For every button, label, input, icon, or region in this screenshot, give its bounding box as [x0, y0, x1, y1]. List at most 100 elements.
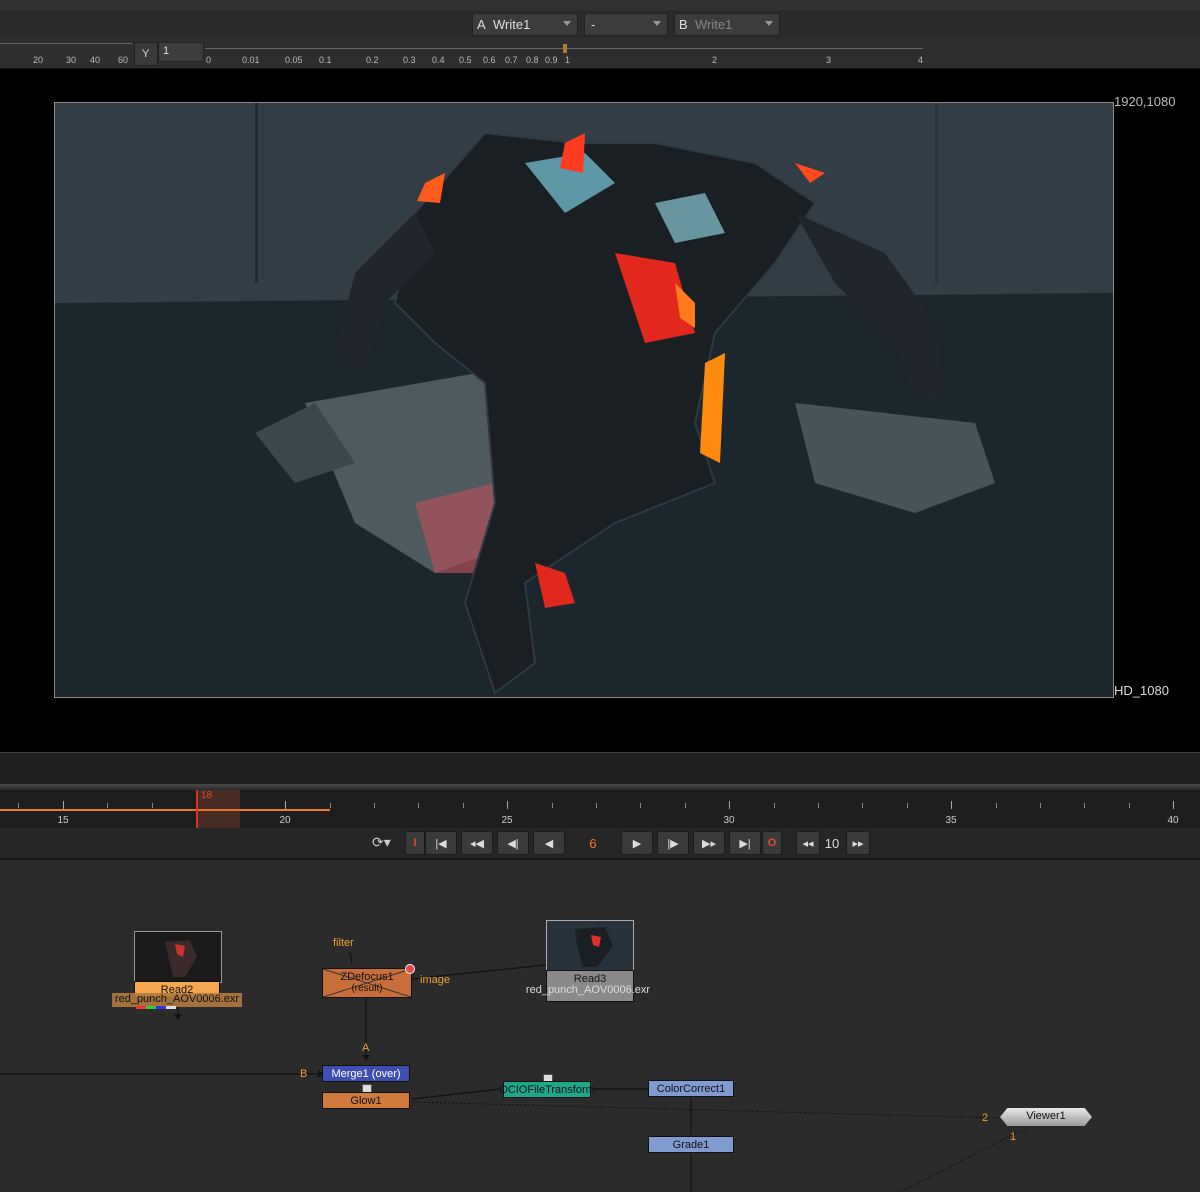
- merge-name: Merge1 (over): [331, 1067, 401, 1080]
- current-frame-value: 6: [589, 835, 597, 851]
- decrement-button[interactable]: ◂◂: [796, 831, 820, 855]
- timeline-label: 15: [57, 815, 69, 826]
- previous-keyframe-button[interactable]: ◂◀: [461, 831, 493, 855]
- chevron-down-icon: [653, 21, 661, 26]
- viewer-node[interactable]: Viewer1: [1000, 1108, 1092, 1126]
- wipe-mode-dropdown[interactable]: -: [584, 13, 668, 36]
- colorcorrect-name: ColorCorrect1: [656, 1082, 726, 1095]
- input-a-dropdown[interactable]: A Write1: [472, 13, 578, 36]
- timeline-label: 20: [279, 815, 291, 826]
- thumbnail-image: [135, 932, 221, 982]
- channel-indicator: [136, 1006, 176, 1009]
- increment-value: 10: [824, 835, 840, 851]
- play-reverse-icon: ◀: [544, 837, 554, 850]
- ruler-tick: 0.4: [432, 55, 445, 65]
- playhead[interactable]: [196, 790, 198, 828]
- merge-input-a-label: A: [362, 1042, 370, 1054]
- node-graph[interactable]: Read2 red_punch_AOV0006.exr filter ZDefo…: [0, 859, 1200, 1192]
- gamma-slider-handle[interactable]: [563, 44, 567, 53]
- ruler-tick: 0.7: [505, 55, 518, 65]
- ocio-node[interactable]: OCIOFileTransform: [499, 1081, 595, 1098]
- chevron-down-icon: [563, 21, 571, 26]
- merge-input-b-label: B: [300, 1068, 308, 1080]
- ruler-tick: 20: [33, 55, 44, 65]
- input-a-tag: A: [477, 17, 486, 32]
- play-backward-button[interactable]: ◀: [533, 831, 565, 855]
- gain-gamma-ruler: 20 30 40 60 Y 1 0 0.01 0.05 0.1 0.2 0.3 …: [0, 38, 1200, 69]
- viewer-input-2-label: 2: [982, 1112, 989, 1124]
- y-label: Y: [142, 48, 150, 60]
- filter-input-label: filter: [333, 937, 354, 949]
- increment-button[interactable]: ▸▸: [846, 831, 870, 855]
- zdefocus-node[interactable]: ZDefocus1 (result): [322, 968, 412, 998]
- in-point-button[interactable]: I: [405, 831, 425, 855]
- timeline-label: 40: [1167, 815, 1179, 826]
- step-forward-button[interactable]: |▶: [657, 831, 689, 855]
- read2-thumbnail[interactable]: [134, 931, 222, 983]
- play-forward-button[interactable]: ▶: [621, 831, 653, 855]
- step-forward-icon: |▶: [667, 837, 679, 850]
- playhead-frame-label: 18: [201, 790, 213, 801]
- render-image-illustration: [55, 103, 1113, 697]
- ruler-tick: 0.2: [366, 55, 379, 65]
- viewer-bottom-bar: [0, 752, 1200, 785]
- next-keyframe-icon: ▶▸: [702, 837, 716, 850]
- in-point-label: I: [413, 837, 417, 849]
- ruler-tick: 30: [66, 55, 77, 65]
- merge-node[interactable]: Merge1 (over): [322, 1065, 410, 1082]
- loop-mode-icon[interactable]: ⟳▾: [372, 834, 391, 851]
- cached-frames-bar: [0, 809, 330, 811]
- gamma-value: 1: [163, 45, 170, 57]
- zdefocus-sub: (result): [351, 983, 383, 994]
- input-a-value: Write1: [493, 17, 531, 32]
- ruler-tick: 3: [826, 55, 832, 65]
- viewer-input-bar: A Write1 - B Write1: [0, 10, 1200, 38]
- ruler-tick: 0.6: [483, 55, 496, 65]
- next-keyframe-button[interactable]: ▶▸: [693, 831, 725, 855]
- ruler-tick: 0.01: [242, 55, 260, 65]
- ocio-name: OCIOFileTransform: [499, 1083, 595, 1096]
- timeline[interactable]: 18 15 20 25 30 35 40: [0, 790, 1200, 828]
- read3-thumbnail[interactable]: [546, 920, 634, 972]
- resolution-label: 1920,1080: [1114, 94, 1176, 109]
- viewer-input-1-label: 1: [1010, 1131, 1017, 1143]
- ruler-tick: 2: [712, 55, 718, 65]
- gamma-input[interactable]: 1: [158, 42, 204, 62]
- play-icon: ▶: [632, 837, 642, 850]
- ruler-tick: 40: [90, 55, 101, 65]
- glow-node[interactable]: Glow1: [322, 1092, 410, 1109]
- ruler-tick: 60: [118, 55, 129, 65]
- step-back-icon: ◀|: [507, 837, 519, 850]
- ruler-tick: 4: [918, 55, 924, 65]
- read3-file-label: red_punch_AOV0006.exr: [525, 984, 651, 996]
- last-frame-button[interactable]: ▶|: [729, 831, 761, 855]
- image-input-label: image: [420, 974, 450, 986]
- out-point-label: O: [767, 837, 777, 849]
- input-b-tag: B: [679, 17, 688, 32]
- gain-slider-track[interactable]: [0, 43, 132, 44]
- first-frame-button[interactable]: |◀: [425, 831, 457, 855]
- timeline-label: 35: [945, 815, 957, 826]
- ruler-tick: 0.3: [403, 55, 416, 65]
- ruler-tick: 1: [565, 55, 571, 65]
- glow-name: Glow1: [350, 1094, 382, 1107]
- out-point-button[interactable]: O: [762, 831, 782, 855]
- ruler-tick: 0.5: [459, 55, 472, 65]
- thumbnail-image: [547, 921, 633, 971]
- skip-to-end-icon: ▶|: [739, 837, 751, 850]
- input-b-dropdown[interactable]: B Write1: [674, 13, 780, 36]
- step-back-button[interactable]: ◀|: [497, 831, 529, 855]
- y-toggle[interactable]: Y: [134, 42, 158, 66]
- chevron-down-icon: [765, 21, 773, 26]
- viewer-image: [54, 102, 1114, 698]
- format-label: HD_1080: [1114, 683, 1169, 698]
- mask-dot-icon: [405, 964, 415, 974]
- current-frame-field[interactable]: 6: [569, 831, 617, 855]
- wipe-mode-value: -: [591, 17, 596, 32]
- colorcorrect-node[interactable]: ColorCorrect1: [648, 1080, 734, 1097]
- ruler-tick: 0.8: [526, 55, 539, 65]
- node-connections: [0, 951, 1031, 1192]
- grade-node[interactable]: Grade1: [648, 1136, 734, 1153]
- input-b-value: Write1: [695, 17, 733, 32]
- increment-field[interactable]: 10: [820, 831, 844, 855]
